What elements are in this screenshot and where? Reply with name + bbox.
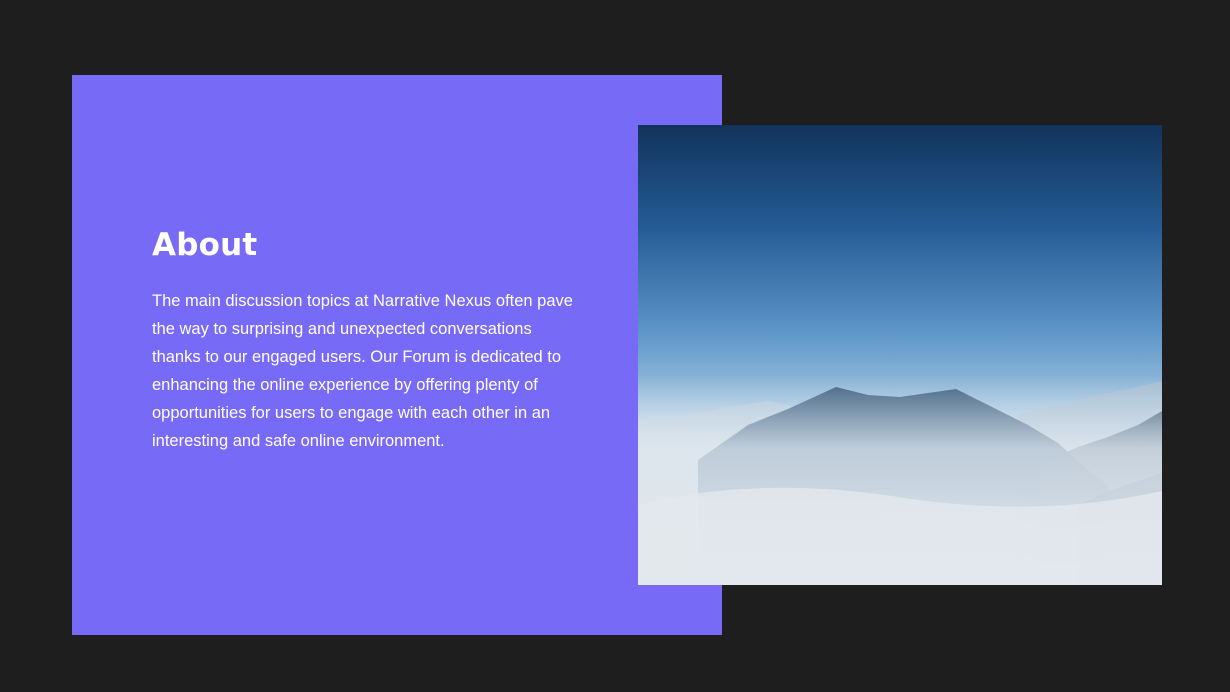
about-heading: About [152, 227, 258, 263]
about-panel: About The main discussion topics at Narr… [72, 75, 722, 635]
about-description: The main discussion topics at Narrative … [152, 292, 573, 450]
mountain-landscape-image [638, 125, 1162, 585]
